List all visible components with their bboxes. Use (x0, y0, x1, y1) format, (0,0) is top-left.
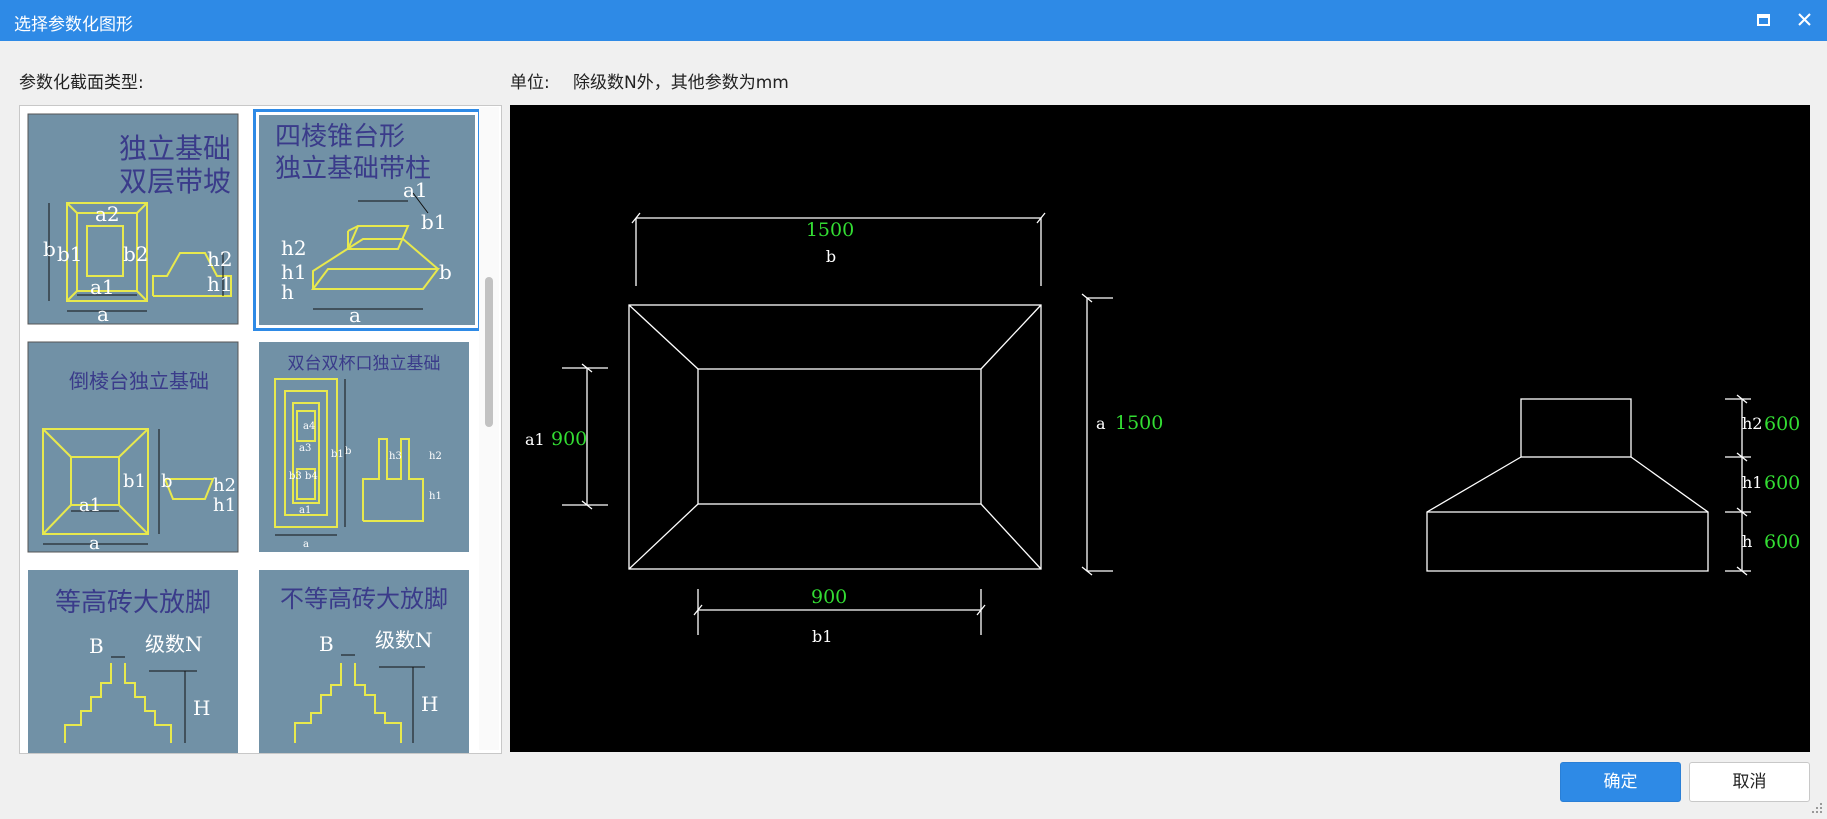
maximize-icon (1757, 14, 1770, 26)
dim-label: 级数N (375, 628, 433, 652)
a-label: a (1096, 414, 1106, 433)
thumbnail-frustum-foundation-with-column[interactable]: 四棱锥台形 独立基础带柱 a1 b1 b h2 h1 h a (253, 109, 481, 331)
scrollbar-thumb[interactable] (485, 277, 493, 427)
dim-label: a (97, 302, 109, 326)
thumbnail-image: 独立基础 双层带坡 a2 b b1 b2 a1 a h2 h1 (27, 113, 239, 326)
dim-label: 级数N (145, 632, 203, 656)
thumbnail-image: 等高砖大放脚 B 级数N H (28, 570, 238, 753)
preview-canvas: 1500 b a 1500 a1 900 900 b1 h2 600 h1 60… (510, 105, 1810, 752)
dim-label: a2 (95, 202, 120, 226)
thumb-title-line1: 独立基础 (119, 132, 231, 165)
window-title: 选择参数化图形 (14, 15, 133, 35)
unit-label: 单位: (510, 73, 550, 93)
thumbnail-image: 倒棱台独立基础 b1 b a1 a h2 h1 (27, 341, 239, 554)
dim-label: b (161, 471, 173, 492)
title-bar: 选择参数化图形 (0, 0, 1827, 41)
thumb-title: 等高砖大放脚 (55, 588, 211, 618)
b1-label: b1 (812, 627, 832, 646)
dim-label: h2 (281, 236, 307, 260)
thumbnail-image: 不等高砖大放脚 B 级数N H (259, 570, 469, 753)
thumb-title: 不等高砖大放脚 (280, 585, 448, 613)
list-scrollbar[interactable] (479, 107, 499, 750)
dim-label: h1 (207, 272, 233, 296)
resize-grip[interactable] (1810, 800, 1824, 814)
thumb-title: 双台双杯口独立基础 (288, 354, 441, 374)
dim-label: a4 (303, 421, 315, 432)
dim-label: h2 (207, 247, 233, 271)
a1-value: 900 (551, 428, 587, 450)
a1-label: a1 (525, 430, 545, 449)
ok-button[interactable]: 确定 (1560, 762, 1681, 802)
unit-description: 除级数N外，其他参数为mm (573, 73, 789, 93)
dim-label: b1 (123, 471, 146, 492)
dim-label: b3 (289, 471, 302, 482)
dim-label: a1 (403, 178, 428, 202)
dim-label: b4 (305, 471, 318, 482)
dim-label: a1 (90, 275, 115, 299)
dim-label: a (349, 303, 361, 327)
thumbnail-equal-height-brick-footing[interactable]: 等高砖大放脚 B 级数N H (25, 567, 253, 753)
dim-label: h2 (429, 451, 442, 462)
a-value: 1500 (1115, 412, 1163, 434)
dim-label: a1 (299, 505, 311, 516)
h2-value: 600 (1764, 413, 1800, 435)
dim-label: b1 (421, 210, 447, 234)
dim-label: b (439, 260, 452, 284)
dim-label: b (43, 237, 56, 261)
dim-label: H (193, 696, 210, 720)
thumbnail-image: 四棱锥台形 独立基础带柱 a1 b1 b h2 h1 h a (259, 115, 475, 327)
dim-label: H (421, 692, 438, 716)
thumb-title-line1: 四棱锥台形 (275, 122, 405, 152)
dim-label: b1 (57, 242, 83, 266)
dim-label: b1 (331, 449, 344, 460)
h-value: 600 (1764, 531, 1800, 553)
maximize-button[interactable] (1748, 6, 1778, 34)
dim-label: a1 (79, 495, 101, 516)
dim-label: b2 (123, 242, 149, 266)
dim-label: h1 (429, 491, 442, 502)
dim-label: a (303, 539, 309, 550)
resize-grip-icon (1812, 803, 1822, 813)
dim-label: b (345, 446, 351, 457)
thumb-title: 倒棱台独立基础 (69, 369, 209, 393)
cancel-button[interactable]: 取消 (1689, 762, 1810, 802)
preview-drawing: 1500 b a 1500 a1 900 900 b1 h2 600 h1 60… (525, 212, 1800, 646)
thumbnail-image: 双台双杯口独立基础 a4 a3 b3 b4 a1 a b1 b h3 h2 h1 (259, 342, 469, 552)
dim-label: h1 (213, 495, 236, 516)
close-button[interactable] (1790, 6, 1820, 34)
thumbnail-double-layer-slope-foundation[interactable]: 独立基础 双层带坡 a2 b b1 b2 a1 a h2 h1 (25, 111, 253, 341)
dim-label: a3 (299, 443, 311, 454)
dim-label: B (319, 632, 334, 656)
h2-label: h2 (1742, 414, 1762, 433)
dim-label: h2 (213, 475, 236, 496)
b1-value: 900 (811, 586, 847, 608)
section-type-label: 参数化截面类型: (19, 73, 144, 93)
close-icon (1798, 13, 1811, 26)
h-label: h (1742, 532, 1752, 551)
b-value: 1500 (806, 219, 854, 241)
dim-label: B (89, 634, 104, 658)
thumbnail-inverted-frustum-foundation[interactable]: 倒棱台独立基础 b1 b a1 a h2 h1 (25, 339, 253, 569)
thumb-title-line2: 双层带坡 (119, 165, 231, 198)
thumbnail-double-cup-foundation[interactable]: 双台双杯口独立基础 a4 a3 b3 b4 a1 a b1 b h3 h2 h1 (253, 339, 481, 569)
b-label: b (826, 247, 836, 266)
thumbnail-unequal-height-brick-footing[interactable]: 不等高砖大放脚 B 级数N H (253, 567, 481, 753)
dim-label: h (281, 280, 294, 304)
section-type-list: 独立基础 双层带坡 a2 b b1 b2 a1 a h2 h1 四棱锥台形 独立… (19, 105, 502, 754)
dim-label: h3 (389, 451, 402, 462)
h1-label: h1 (1742, 473, 1762, 492)
dim-label: a (89, 533, 100, 554)
h1-value: 600 (1764, 472, 1800, 494)
